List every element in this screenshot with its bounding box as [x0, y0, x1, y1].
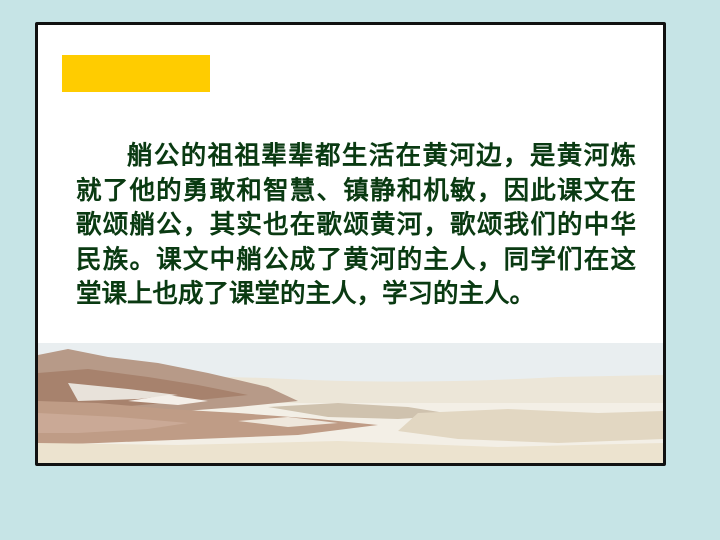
landscape-illustration [38, 343, 663, 463]
title-accent-bar [62, 55, 210, 92]
slide-paragraph: 艄公的祖祖辈辈都生活在黄河边，是黄河炼就了他的勇敢和智慧、镇静和机敏，因此课文在… [76, 141, 636, 309]
slide-frame: 艄公的祖祖辈辈都生活在黄河边，是黄河炼就了他的勇敢和智慧、镇静和机敏，因此课文在… [35, 22, 666, 466]
